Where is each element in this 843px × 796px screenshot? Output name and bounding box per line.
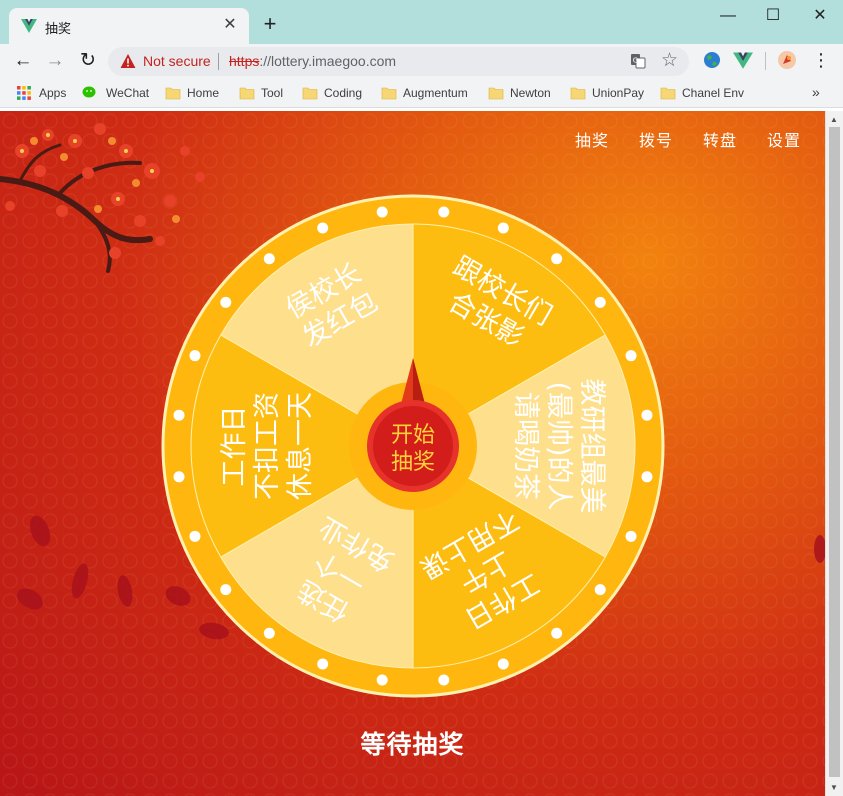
url-scheme: https [229,53,260,69]
rim-light [594,296,606,308]
rim-light [594,584,606,596]
nav-settings-link[interactable]: 设置 [767,127,801,151]
apps-grid-icon [17,86,31,100]
profile-avatar-icon[interactable] [777,50,797,70]
rim-light [317,222,329,234]
rim-light [551,253,563,265]
browser-menu-icon[interactable]: ⋮ [812,47,830,73]
folder-icon [488,87,504,100]
prize-text: 休息一天 [285,392,316,500]
rim-light [220,296,232,308]
rim-light [189,530,201,542]
bookmark-label: UnionPay [592,86,645,100]
rim-light [263,627,275,639]
page-art: 跟校长们合张影教研组最美(最帅)的人请喝奶茶工作日上午不用上课任选一个免作业工作… [0,123,825,698]
prize-label: 教研组最美(最帅)的人请喝奶茶 [510,379,607,514]
rim-light [625,350,637,362]
nav-lottery-link[interactable]: 抽奖 [575,127,609,151]
rim-light [263,253,275,265]
rim-light [438,674,450,686]
vue-devtools-icon[interactable] [733,50,753,70]
draw-status-text: 等待抽奖 [360,731,465,759]
bookmark-label: Home [187,86,220,100]
bookmark-label: WeChat [106,86,150,100]
rim-light [317,658,329,670]
new-tab-button[interactable]: + [258,12,282,36]
rim-light [438,206,450,218]
prize-text: 不扣工资 [252,392,283,500]
omnibox-divider [218,53,219,70]
rim-light [376,674,388,686]
scroll-down-icon[interactable]: ▼ [830,783,838,792]
rim-light [376,206,388,218]
start-lottery-button[interactable]: 开始抽奖 [367,400,459,492]
address-bar[interactable]: Not secure https://lottery.imaegoo.com G… [108,47,689,76]
folder-icon [165,87,181,100]
browser-titlebar: 抽奖 ✕ + — ☐ ✕ [0,0,843,44]
translate-icon[interactable]: G [630,53,646,69]
prize-text: 请喝奶茶 [510,392,541,500]
bookmark-label: Chanel Env [682,86,745,100]
prize-text: 工作日 [219,406,250,487]
start-button-label[interactable]: 抽奖 [391,450,435,475]
warning-icon[interactable] [120,53,136,69]
bookmarks-bar: Apps WeChat Home Tool Coding Augmentum N… [0,78,843,108]
bookmark-label: Newton [510,86,551,100]
browser-toolbar: ← → ↻ Not secure https://lottery.imaegoo… [0,44,843,78]
rim-light [641,409,653,421]
prize-wheel: 跟校长们合张影教研组最美(最帅)的人请喝奶茶工作日上午不用上课任选一个免作业工作… [161,194,665,698]
svg-text:G: G [633,57,638,65]
rim-light [625,530,637,542]
lottery-page: 跟校长们 合张影 教研组最美 (最帅)的人 请喝奶茶 工作日 上午 不用上课 任选 一个 免作业 工作… [0,111,825,796]
tab-close-icon[interactable]: ✕ [221,16,239,34]
folder-icon [381,87,397,100]
minimize-button[interactable]: — [705,0,751,32]
vue-logo-icon [21,19,37,33]
not-secure-label[interactable]: Not secure [143,53,211,69]
reload-button[interactable]: ↻ [75,48,101,74]
close-window-button[interactable]: ✕ [797,0,843,32]
bookmark-label: Tool [261,86,284,100]
forward-button[interactable]: → [42,48,68,74]
bookmark-label: Apps [39,86,67,100]
wechat-icon [82,86,96,98]
url-text[interactable]: https://lottery.imaegoo.com [229,53,396,69]
scrollbar-thumb[interactable] [829,127,840,777]
extensions-divider [765,52,766,70]
folder-icon [660,87,676,100]
scroll-up-icon[interactable]: ▲ [830,115,838,124]
rim-light [173,409,185,421]
start-button-label[interactable]: 开始 [391,423,435,448]
bookmark-label: Coding [324,86,363,100]
plum-blossom-decoration [0,123,205,273]
nav-wheel-link[interactable]: 转盘 [703,127,737,151]
folder-icon [302,87,318,100]
bookmark-label: Augmentum [403,86,468,100]
rim-light [173,471,185,483]
page-scrollbar[interactable]: ▲ ▼ [825,111,843,796]
rim-light [641,471,653,483]
url-host: ://lottery.imaegoo.com [259,53,397,69]
browser-tab[interactable]: 抽奖 ✕ [9,8,249,44]
rim-light [497,222,509,234]
tab-title: 抽奖 [45,22,72,37]
rim-light [189,350,201,362]
rim-light [220,584,232,596]
bookmark-star-icon[interactable]: ☆ [661,49,678,72]
nav-dial-link[interactable]: 拨号 [639,127,673,151]
folder-icon [239,87,255,100]
back-button[interactable]: ← [10,48,36,74]
prize-label: 工作日 不扣工资 休息一天 [219,392,316,500]
folder-icon [570,87,586,100]
prize-text: (最帅)的人 [543,381,574,510]
maximize-button[interactable]: ☐ [750,0,796,32]
rim-light [497,658,509,670]
rim-light [551,627,563,639]
prize-text: 教研组最美 [576,379,607,514]
globe-extension-icon[interactable] [702,50,722,70]
bookmarks-overflow-icon[interactable]: » [812,84,820,100]
